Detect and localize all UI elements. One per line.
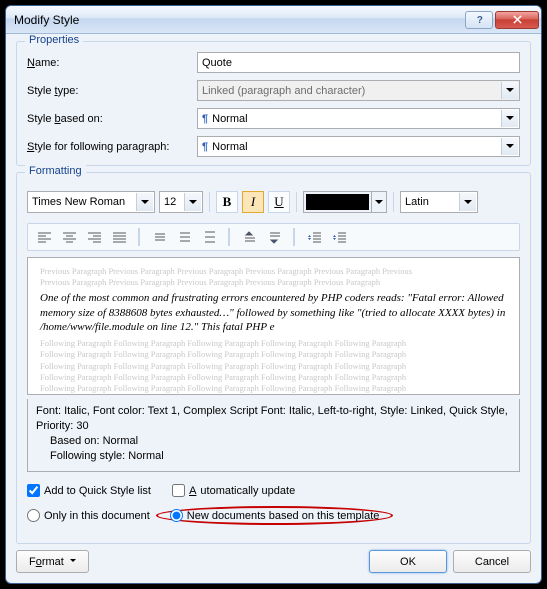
formatting-group: Formatting Times New Roman 12 B I U Lati… bbox=[16, 172, 531, 544]
based-on-combo[interactable]: ¶Normal bbox=[197, 108, 520, 129]
align-justify-icon[interactable] bbox=[108, 227, 130, 247]
bold-button[interactable]: B bbox=[216, 191, 238, 213]
highlight-ring: New documents based on this template bbox=[156, 506, 394, 525]
format-button[interactable]: Format bbox=[16, 550, 89, 573]
chevron-down-icon bbox=[501, 82, 518, 99]
ghost-text: Previous Paragraph Previous Paragraph Pr… bbox=[40, 266, 507, 276]
align-left-icon[interactable] bbox=[33, 227, 55, 247]
ghost-text: Following Paragraph Following Paragraph … bbox=[40, 372, 507, 382]
separator bbox=[209, 192, 210, 212]
chevron-down-icon[interactable] bbox=[371, 192, 386, 212]
align-center-icon[interactable] bbox=[58, 227, 80, 247]
quick-style-checkbox[interactable]: Add to Quick Style list bbox=[27, 484, 151, 497]
following-style-combo[interactable]: ¶Normal bbox=[197, 136, 520, 157]
name-label: Name: bbox=[27, 57, 197, 69]
preview-pane: Previous Paragraph Previous Paragraph Pr… bbox=[27, 257, 520, 395]
spacing-1-icon[interactable] bbox=[148, 227, 170, 247]
chevron-down-icon[interactable] bbox=[501, 110, 518, 127]
indent-dec-icon[interactable] bbox=[303, 227, 325, 247]
pilcrow-icon: ¶ bbox=[202, 113, 208, 125]
language-combo[interactable]: Latin bbox=[400, 191, 478, 213]
properties-legend: Properties bbox=[25, 34, 83, 46]
name-input[interactable]: Quote bbox=[197, 52, 520, 73]
style-description: Font: Italic, Font color: Text 1, Comple… bbox=[27, 399, 520, 472]
based-on-label: Style based on: bbox=[27, 113, 197, 125]
spacing-15-icon[interactable] bbox=[173, 227, 195, 247]
only-document-radio[interactable]: Only in this document bbox=[27, 509, 150, 522]
titlebar: Modify Style ? bbox=[6, 6, 541, 34]
properties-group: Properties Name: Quote Style type: Linke… bbox=[16, 41, 531, 166]
indent-inc-icon[interactable] bbox=[328, 227, 350, 247]
space-before-inc-icon[interactable] bbox=[238, 227, 260, 247]
ghost-text: Previous Paragraph Previous Paragraph Pr… bbox=[40, 277, 507, 287]
ok-button[interactable]: OK bbox=[369, 550, 447, 573]
font-combo[interactable]: Times New Roman bbox=[27, 191, 155, 213]
checkbox-row: Add to Quick Style list Automatically up… bbox=[27, 484, 520, 500]
ghost-text: Following Paragraph Following Paragraph … bbox=[40, 338, 507, 348]
align-right-icon[interactable] bbox=[83, 227, 105, 247]
separator bbox=[138, 228, 140, 246]
underline-button[interactable]: U bbox=[268, 191, 290, 213]
dialog-footer: Format OK Cancel bbox=[16, 550, 531, 573]
font-toolbar: Times New Roman 12 B I U Latin bbox=[27, 191, 520, 213]
radio-row: Only in this document New documents base… bbox=[27, 506, 520, 525]
ghost-text: Following Paragraph Following Paragraph … bbox=[40, 349, 507, 359]
paragraph-toolbar bbox=[27, 223, 520, 251]
italic-button[interactable]: I bbox=[242, 191, 264, 213]
font-color-picker[interactable] bbox=[303, 191, 387, 213]
ghost-text: Following Paragraph Following Paragraph … bbox=[40, 361, 507, 371]
separator bbox=[393, 192, 394, 212]
modify-style-dialog: Modify Style ? Properties Name: Quote St… bbox=[5, 5, 542, 584]
following-style-label: Style for following paragraph: bbox=[27, 141, 197, 153]
chevron-down-icon[interactable] bbox=[459, 193, 476, 211]
sample-text: One of the most common and frustrating e… bbox=[40, 291, 507, 334]
style-type-label: Style type: bbox=[27, 85, 197, 97]
separator bbox=[296, 192, 297, 212]
help-button[interactable]: ? bbox=[465, 11, 493, 29]
svg-text:?: ? bbox=[476, 15, 482, 25]
formatting-legend: Formatting bbox=[25, 165, 86, 177]
window-title: Modify Style bbox=[14, 13, 463, 27]
new-documents-radio[interactable]: New documents based on this template bbox=[170, 509, 380, 522]
pilcrow-icon: ¶ bbox=[202, 141, 208, 153]
separator bbox=[228, 228, 230, 246]
space-before-dec-icon[interactable] bbox=[263, 227, 285, 247]
separator bbox=[293, 228, 295, 246]
chevron-down-icon bbox=[68, 556, 76, 568]
close-button[interactable] bbox=[495, 11, 539, 29]
cancel-button[interactable]: Cancel bbox=[453, 550, 531, 573]
chevron-down-icon[interactable] bbox=[184, 193, 201, 211]
chevron-down-icon[interactable] bbox=[136, 193, 153, 211]
color-swatch bbox=[306, 194, 369, 210]
spacing-2-icon[interactable] bbox=[198, 227, 220, 247]
ghost-text: Following Paragraph Following Paragraph … bbox=[40, 383, 507, 393]
auto-update-checkbox[interactable]: Automatically update bbox=[172, 484, 295, 497]
size-combo[interactable]: 12 bbox=[159, 191, 203, 213]
chevron-down-icon[interactable] bbox=[501, 138, 518, 155]
style-type-combo: Linked (paragraph and character) bbox=[197, 80, 520, 101]
